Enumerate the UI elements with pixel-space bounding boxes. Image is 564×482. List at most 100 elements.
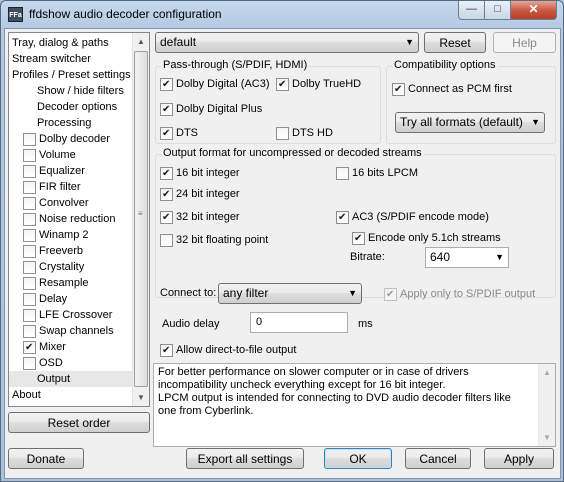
checkbox-box[interactable] xyxy=(392,82,405,96)
connect-pcm-checkbox[interactable]: Connect as PCM first xyxy=(392,81,512,97)
tree-item-checkbox[interactable] xyxy=(23,228,36,242)
dts-hd-checkbox[interactable]: DTS HD xyxy=(276,125,333,141)
checkbox-box[interactable] xyxy=(160,102,173,116)
tree-item-dolby-decoder[interactable]: Dolby decoder xyxy=(23,131,110,147)
encode-51-checkbox[interactable]: Encode only 5.1ch streams xyxy=(352,230,501,246)
tree-item-checkbox[interactable] xyxy=(23,244,36,258)
output-format-group-title: Output format for uncompressed or decode… xyxy=(161,147,424,159)
formats-select[interactable]: Try all formats (default) ▼ xyxy=(395,112,545,133)
info-scrollbar[interactable]: ▲ ▼ xyxy=(538,364,555,446)
checkbox-box[interactable] xyxy=(160,233,173,247)
tree-item-show-hide-filters[interactable]: Show / hide filters xyxy=(37,83,124,99)
tree-item-freeverb[interactable]: Freeverb xyxy=(23,243,83,259)
tree-item-checkbox[interactable] xyxy=(23,292,36,306)
dolby-truehd-checkbox[interactable]: Dolby TrueHD xyxy=(276,76,361,92)
tree-item-decoder-options[interactable]: Decoder options xyxy=(37,99,117,115)
lpcm16-checkbox[interactable]: 16 bits LPCM xyxy=(336,165,418,181)
info-textarea[interactable]: For better performance on slower compute… xyxy=(153,363,556,447)
int16-checkbox[interactable]: 16 bit integer xyxy=(160,165,240,181)
tree-item-checkbox[interactable] xyxy=(23,132,36,146)
int32-checkbox[interactable]: 32 bit integer xyxy=(160,209,240,225)
tree-item-volume[interactable]: Volume xyxy=(23,147,76,163)
tree-item-about[interactable]: About xyxy=(12,387,41,403)
tree-item-resample[interactable]: Resample xyxy=(23,275,89,291)
checkbox-box[interactable] xyxy=(160,77,173,91)
tree-item-checkbox[interactable] xyxy=(23,180,36,194)
settings-tree[interactable]: Tray, dialog & paths Stream switcher Profi… xyxy=(8,32,150,407)
int24-checkbox[interactable]: 24 bit integer xyxy=(160,186,240,202)
checkbox-box[interactable] xyxy=(160,210,173,224)
tree-item-osd[interactable]: OSD xyxy=(23,355,63,371)
preset-select[interactable]: default ▼ xyxy=(155,32,419,53)
tree-item-checkbox[interactable] xyxy=(23,356,36,370)
scroll-up-arrow-icon[interactable]: ▲ xyxy=(539,364,555,381)
tree-item-mixer[interactable]: Mixer xyxy=(23,339,66,355)
tree-item-convolver[interactable]: Convolver xyxy=(23,195,89,211)
tree-item-checkbox[interactable] xyxy=(23,164,36,178)
tree-item-checkbox[interactable] xyxy=(23,340,36,354)
tree-item-winamp-2[interactable]: Winamp 2 xyxy=(23,227,89,243)
tree-item-fir-filter[interactable]: FIR filter xyxy=(23,179,81,195)
scroll-down-arrow-icon[interactable]: ▼ xyxy=(133,389,149,406)
tree-item-swap-channels[interactable]: Swap channels xyxy=(23,323,114,339)
audio-delay-input[interactable]: 0 xyxy=(250,312,348,333)
tree-item-stream-switcher[interactable]: Stream switcher xyxy=(12,51,91,67)
cancel-button[interactable]: Cancel xyxy=(405,448,471,469)
tree-item-profiles-preset-settings[interactable]: Profiles / Preset settings xyxy=(12,67,131,83)
checkbox-label: Allow direct-to-file output xyxy=(176,344,297,356)
tree-item-label: Swap channels xyxy=(39,325,114,337)
tree-item-equalizer[interactable]: Equalizer xyxy=(23,163,85,179)
tree-item-checkbox[interactable] xyxy=(23,276,36,290)
tree-item-checkbox[interactable] xyxy=(23,212,36,226)
minimize-button[interactable]: — xyxy=(458,1,485,20)
checkbox-box[interactable] xyxy=(276,126,289,140)
scroll-up-arrow-icon[interactable]: ▲ xyxy=(133,33,149,50)
tree-item-crystality[interactable]: Crystality xyxy=(23,259,84,275)
bitrate-select[interactable]: 640 ▼ xyxy=(425,247,509,268)
checkbox-box[interactable] xyxy=(276,77,289,91)
tree-item-checkbox[interactable] xyxy=(23,196,36,210)
direct-to-file-checkbox[interactable]: Allow direct-to-file output xyxy=(160,342,296,358)
reset-order-button[interactable]: Reset order xyxy=(8,412,150,433)
tree-item-processing[interactable]: Processing xyxy=(37,115,91,131)
tree-item-checkbox[interactable] xyxy=(23,260,36,274)
float32-checkbox[interactable]: 32 bit floating point xyxy=(160,232,268,248)
checkbox-box[interactable] xyxy=(336,210,349,224)
tree-item-noise-reduction[interactable]: Noise reduction xyxy=(23,211,115,227)
tree-item-output[interactable]: Output xyxy=(9,371,133,387)
ok-button[interactable]: OK xyxy=(324,448,392,469)
checkbox-box[interactable] xyxy=(352,231,365,245)
donate-button[interactable]: Donate xyxy=(8,448,84,469)
export-settings-button[interactable]: Export all settings xyxy=(186,448,304,469)
scroll-thumb[interactable]: ≡ xyxy=(134,51,148,387)
main-window: FFa ffdshow audio decoder configuration … xyxy=(0,0,564,482)
scroll-down-arrow-icon[interactable]: ▼ xyxy=(539,429,555,446)
tree-scrollbar[interactable]: ▲ ≡ ▼ xyxy=(132,33,149,406)
tree-item-checkbox[interactable] xyxy=(23,308,36,322)
tree-item-lfe-crossover[interactable]: LFE Crossover xyxy=(23,307,112,323)
tree-item-tray-dialog-paths[interactable]: Tray, dialog & paths xyxy=(12,35,109,51)
checkbox-box[interactable] xyxy=(384,287,397,301)
spdif-only-checkbox[interactable]: Apply only to S/PDIF output xyxy=(384,286,535,302)
tree-item-checkbox[interactable] xyxy=(23,324,36,338)
reset-preset-button[interactable]: Reset xyxy=(424,32,486,53)
checkbox-box[interactable] xyxy=(336,166,349,180)
close-button[interactable]: ✕ xyxy=(511,1,557,20)
dts-checkbox[interactable]: DTS xyxy=(160,125,198,141)
maximize-button[interactable]: □ xyxy=(485,1,511,20)
ac3-encode-checkbox[interactable]: AC3 (S/PDIF encode mode) xyxy=(336,209,489,225)
connect-to-select[interactable]: any filter ▼ xyxy=(218,283,362,304)
title-bar[interactable]: FFa ffdshow audio decoder configuration … xyxy=(1,1,563,29)
tree-item-label: About xyxy=(12,389,41,401)
help-button[interactable]: Help xyxy=(493,32,556,53)
checkbox-box[interactable] xyxy=(160,126,173,140)
apply-button[interactable]: Apply xyxy=(484,448,554,469)
checkbox-box[interactable] xyxy=(160,187,173,201)
checkbox-box[interactable] xyxy=(160,166,173,180)
tree-item-delay[interactable]: Delay xyxy=(23,291,67,307)
tree-item-checkbox[interactable] xyxy=(23,148,36,162)
dolby-digital-plus-checkbox[interactable]: Dolby Digital Plus xyxy=(160,101,262,117)
checkbox-box[interactable] xyxy=(160,343,173,357)
dolby-digital-checkbox[interactable]: Dolby Digital (AC3) xyxy=(160,76,270,92)
connect-to-select-value: any filter xyxy=(223,286,269,300)
